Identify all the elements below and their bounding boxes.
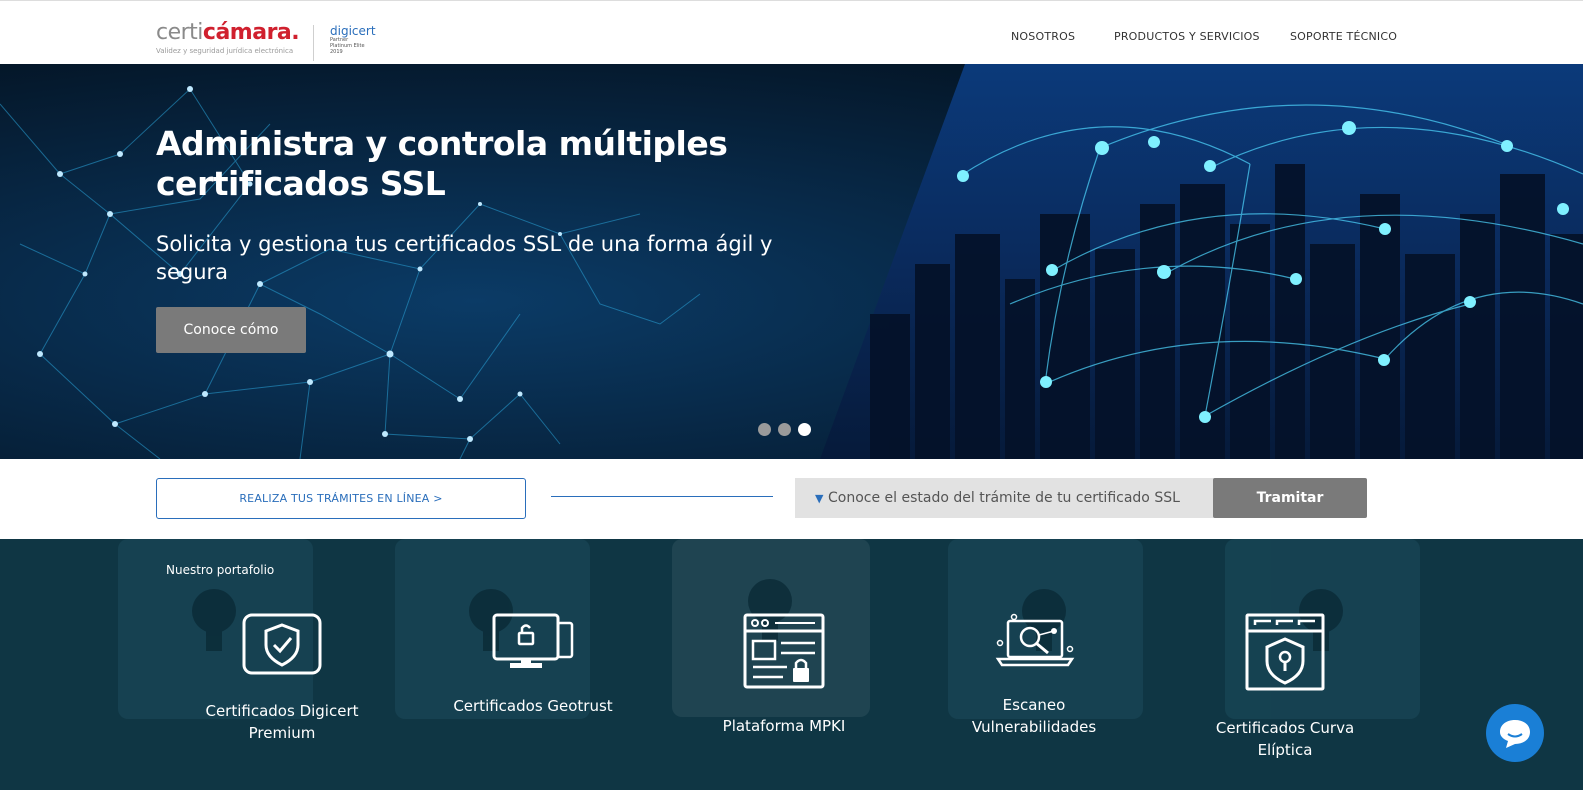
conoce-como-button[interactable]: Conoce cómo (156, 307, 306, 353)
portfolio-item-escaneo[interactable]: Escaneo Vulnerabilidades (954, 694, 1114, 738)
tramite-status-select-value: Conoce el estado del trámite de tu certi… (828, 490, 1180, 506)
dropdown-arrow-icon: ▼ (815, 492, 824, 505)
browser-lock-icon[interactable] (743, 613, 825, 693)
logo-camara: cámara. (202, 20, 300, 45)
logo-certi: certi (156, 20, 203, 45)
portfolio-section: Nuestro portafolio Certificados Digicert… (0, 539, 1583, 790)
window-shield-icon[interactable] (1245, 613, 1327, 695)
realiza-tramites-button[interactable]: REALIZA TUS TRÁMITES EN LÍNEA > (156, 478, 526, 519)
carousel-dot-2[interactable] (778, 423, 791, 436)
chat-bubble-icon (1500, 720, 1530, 748)
hero-subtitle: Solicita y gestiona tus certificados SSL… (156, 232, 773, 284)
partner-line3: 2019 (330, 49, 343, 55)
divider-line (551, 496, 773, 497)
partner-name: digicert (330, 24, 376, 38)
tramitar-button[interactable]: Tramitar (1213, 478, 1367, 518)
shield-check-icon[interactable] (242, 613, 322, 679)
monitor-lock-icon[interactable] (492, 613, 574, 675)
nav-nosotros[interactable]: NOSOTROS (1011, 30, 1075, 43)
portfolio-item-geotrust[interactable]: Certificados Geotrust (453, 695, 613, 717)
digicert-partner-badge: digicert Partner Platinum Elite 2019 (330, 25, 376, 55)
logo-divider (313, 25, 314, 61)
portfolio-item-mpki[interactable]: Plataforma MPKI (704, 715, 864, 737)
chat-button[interactable] (1486, 704, 1544, 762)
nav-productos-servicios[interactable]: PRODUCTOS Y SERVICIOS (1114, 30, 1260, 43)
portfolio-title: Nuestro portafolio (166, 563, 275, 577)
site-header: certicámara. Validez y seguridad jurídic… (0, 0, 1583, 64)
carousel-dots (758, 423, 811, 436)
hero-banner: Administra y controla múltiples certific… (0, 64, 1583, 459)
hero-title: Administra y controla múltiples certific… (156, 124, 728, 203)
logo-wordmark: certicámara. (156, 20, 300, 45)
laptop-scan-icon[interactable] (994, 613, 1076, 673)
logo-tagline: Validez y seguridad jurídica electrónica (156, 47, 294, 55)
certicamara-logo[interactable]: certicámara. Validez y seguridad jurídic… (156, 20, 300, 56)
portfolio-item-curva-eliptica[interactable]: Certificados Curva Elíptica (1205, 717, 1365, 761)
nav-soporte-tecnico[interactable]: SOPORTE TÉCNICO (1290, 30, 1397, 43)
carousel-dot-1[interactable] (758, 423, 771, 436)
carousel-dot-3[interactable] (798, 423, 811, 436)
portfolio-item-digicert-premium[interactable]: Certificados Digicert Premium (202, 700, 362, 744)
